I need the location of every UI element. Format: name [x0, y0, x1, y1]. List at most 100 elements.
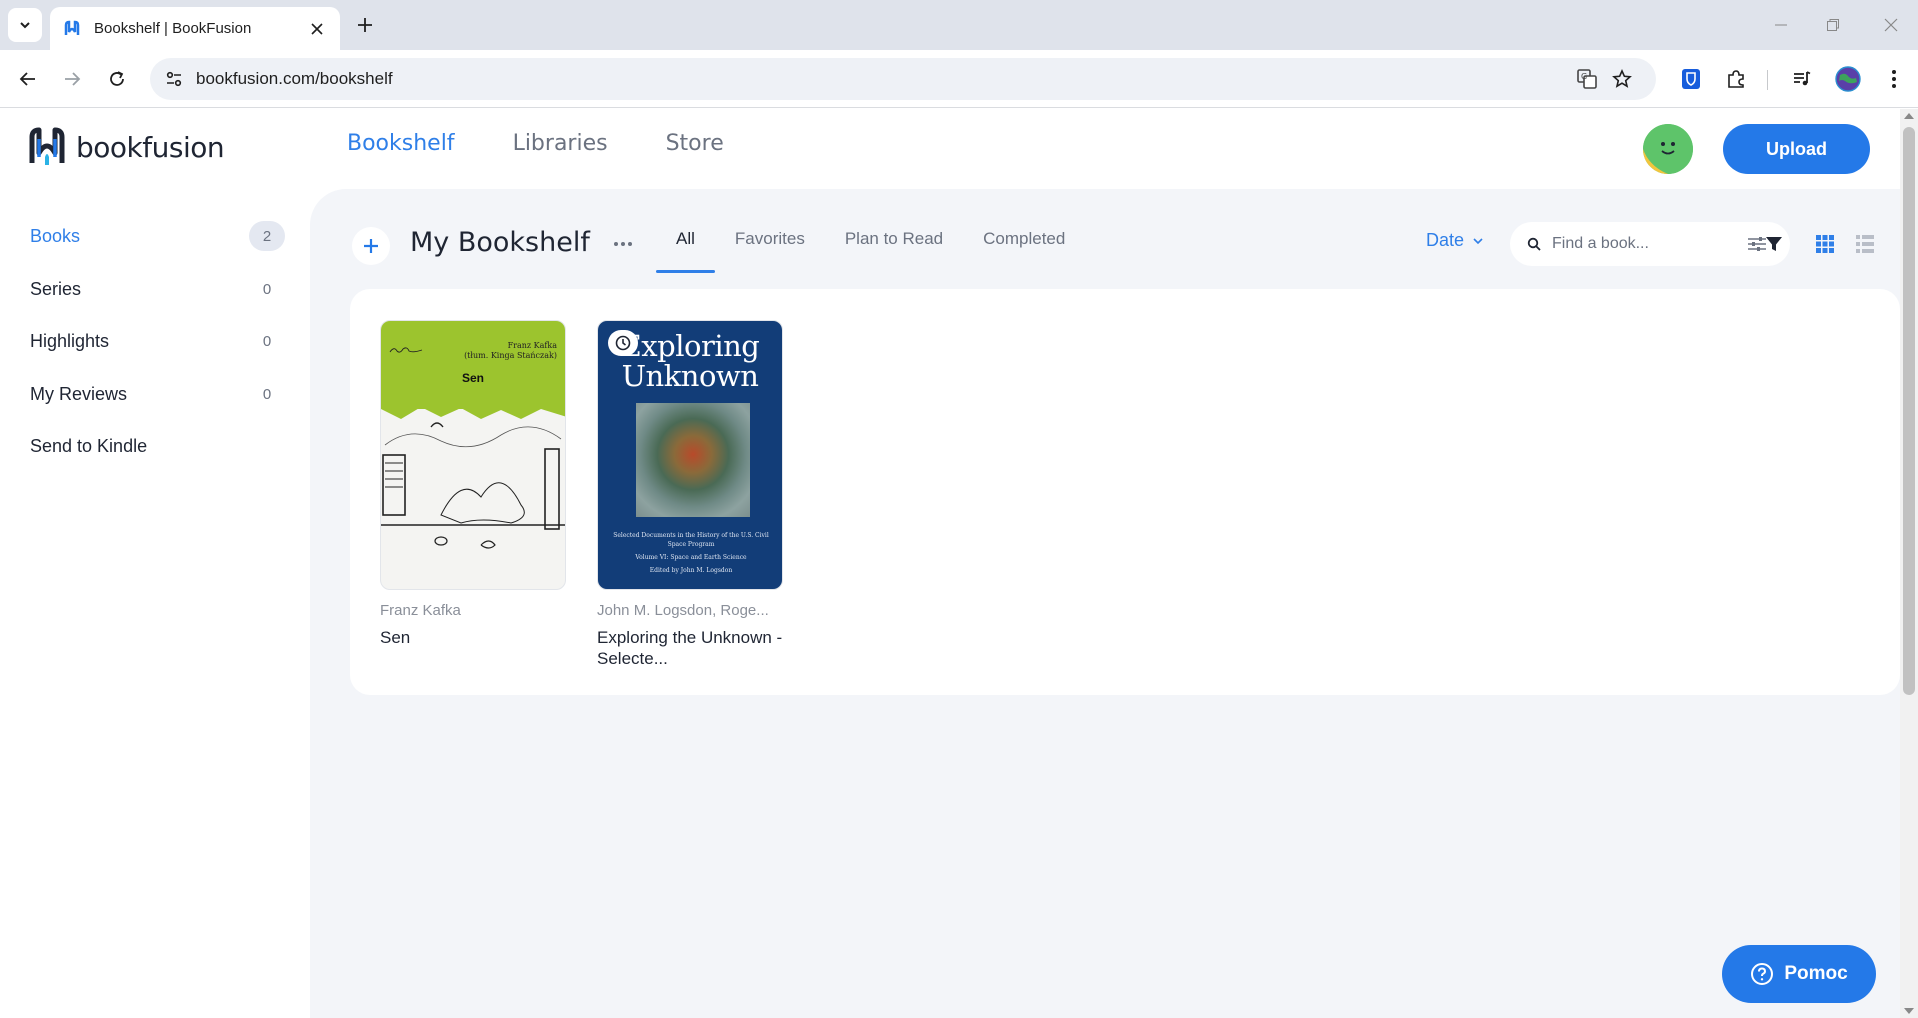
sidebar-item-label: Send to Kindle: [30, 435, 148, 456]
main-nav: Bookshelf Libraries Store: [347, 131, 782, 156]
bookmark-star-icon[interactable]: [1607, 64, 1637, 94]
sidebar-item-books[interactable]: Books 2: [30, 220, 285, 252]
extensions-puzzle-icon[interactable]: [1720, 63, 1752, 95]
cover-band: [381, 321, 565, 409]
sidebar-item-send-to-kindle[interactable]: Send to Kindle: [30, 430, 285, 462]
address-bar[interactable]: bookfusion.com/bookshelf G: [150, 58, 1656, 100]
sort-dropdown[interactable]: Date: [1426, 230, 1484, 251]
plus-icon: [364, 239, 378, 253]
user-avatar[interactable]: [1643, 124, 1693, 174]
toolbar-separator: [1767, 70, 1768, 90]
book-title[interactable]: Exploring the Unknown - Selecte...: [597, 627, 783, 669]
translate-icon[interactable]: G: [1572, 64, 1602, 94]
cover-title: Sen: [461, 371, 484, 385]
grid-view-button[interactable]: [1810, 229, 1840, 259]
arrow-right-icon: [65, 72, 81, 86]
tab-plan-to-read[interactable]: Plan to Read: [825, 221, 963, 273]
nav-libraries[interactable]: Libraries: [513, 131, 608, 156]
help-label: Pomoc: [1784, 963, 1848, 984]
list-icon: [1856, 235, 1874, 253]
tab-completed[interactable]: Completed: [963, 221, 1085, 273]
more-dots-icon: [614, 242, 632, 246]
shelf-filter-tabs: All Favorites Plan to Read Completed: [656, 221, 1085, 273]
grid-icon: [1816, 235, 1834, 253]
list-view-button[interactable]: [1850, 229, 1880, 259]
book-cover[interactable]: Franz Kafka (tłum. Kinga Stańczak) Sen: [380, 320, 566, 590]
nav-bookshelf[interactable]: Bookshelf: [347, 131, 455, 156]
nav-store[interactable]: Store: [666, 131, 724, 156]
brand-name: bookfusion: [76, 130, 225, 164]
arrow-left-icon: [19, 72, 35, 86]
scroll-up-arrow-icon[interactable]: [1904, 113, 1914, 119]
cover-subtitle-line: Selected Documents in the History of the…: [613, 532, 769, 548]
sidebar-item-label: Books: [30, 225, 81, 246]
bitwarden-extension-icon[interactable]: [1675, 63, 1707, 95]
book-cover[interactable]: Exploring Unknown Selected Documents in …: [597, 320, 783, 590]
profile-avatar-icon[interactable]: [1832, 63, 1864, 95]
tab-search-button[interactable]: [8, 8, 42, 42]
tab-favorites[interactable]: Favorites: [715, 221, 825, 273]
scroll-down-arrow-icon[interactable]: [1904, 1008, 1914, 1014]
browser-toolbar: bookfusion.com/bookshelf G: [0, 50, 1918, 108]
forward-button[interactable]: [56, 63, 88, 95]
shelf-title: My Bookshelf: [410, 227, 590, 258]
clock-icon: [615, 335, 631, 351]
smiley-avatar-icon: [1643, 124, 1693, 174]
cover-artwork: [636, 403, 750, 517]
back-button[interactable]: [12, 63, 44, 95]
book-author: Franz Kafka: [380, 602, 461, 619]
cover-subtitle: Selected Documents in the History of the…: [608, 531, 774, 575]
publisher-logo-icon: [389, 347, 423, 353]
book-author: John M. Logsdon, Roge...: [597, 602, 769, 619]
sort-label: Date: [1426, 230, 1465, 250]
new-tab-button[interactable]: [352, 12, 378, 38]
bookfusion-logo[interactable]: bookfusion: [28, 127, 225, 167]
browser-tabstrip: Bookshelf | BookFusion: [0, 0, 1918, 50]
url-text: bookfusion.com/bookshelf: [196, 69, 393, 88]
cover-sketch-illustration: [381, 405, 565, 549]
restore-window-button[interactable]: [1818, 10, 1848, 40]
reload-icon: [110, 71, 124, 86]
sidebar-item-count: 0: [262, 332, 272, 350]
sidebar-item-my-reviews[interactable]: My Reviews 0: [30, 378, 285, 410]
books-grid: Franz Kafka (tłum. Kinga Stańczak) Sen F…: [350, 289, 1900, 695]
book-card[interactable]: Franz Kafka (tłum. Kinga Stańczak) Sen F…: [380, 320, 566, 648]
book-card[interactable]: Exploring Unknown Selected Documents in …: [597, 320, 783, 669]
sidebar-item-label: Series: [30, 278, 82, 299]
upload-button[interactable]: Upload: [1723, 124, 1870, 174]
close-tab-icon[interactable]: [306, 18, 328, 40]
page-scrollbar[interactable]: [1900, 109, 1918, 1018]
sidebar-item-label: My Reviews: [30, 383, 128, 404]
cover-volume-line: Volume VI: Space and Earth Science: [635, 554, 747, 561]
plus-icon: [358, 18, 372, 32]
add-shelf-button[interactable]: [352, 227, 390, 265]
shelf-options-button[interactable]: [608, 229, 638, 259]
filter-button[interactable]: [1756, 226, 1792, 262]
browser-menu-icon[interactable]: [1878, 63, 1910, 95]
tab-all[interactable]: All: [656, 221, 715, 273]
bookfusion-favicon-icon: [62, 19, 82, 39]
media-control-icon[interactable]: [1786, 63, 1818, 95]
funnel-icon: [1766, 237, 1782, 251]
scrollbar-thumb[interactable]: [1903, 127, 1915, 695]
help-button[interactable]: Pomoc: [1722, 945, 1876, 1003]
cover-author-line: Franz Kafka: [507, 341, 557, 350]
restore-icon: [1827, 19, 1839, 31]
sidebar-item-series[interactable]: Series 0: [30, 273, 285, 305]
browser-tab-active[interactable]: Bookshelf | BookFusion: [50, 7, 340, 50]
book-search: [1510, 222, 1790, 266]
reload-button[interactable]: [101, 63, 133, 95]
bookshelf-content: My Bookshelf All Favorites Plan to Read …: [310, 189, 1900, 1018]
tab-title: Bookshelf | BookFusion: [94, 20, 252, 37]
chevron-down-icon: [20, 22, 30, 29]
minimize-icon: [1775, 24, 1787, 26]
book-title[interactable]: Sen: [380, 627, 566, 648]
close-window-button[interactable]: [1876, 10, 1906, 40]
search-input[interactable]: [1552, 235, 1712, 253]
question-circle-icon: [1751, 963, 1774, 985]
site-info-icon[interactable]: [154, 58, 194, 100]
sidebar-item-highlights[interactable]: Highlights 0: [30, 325, 285, 357]
sidebar-item-count: 2: [249, 221, 285, 251]
chevron-down-icon: [1473, 237, 1483, 244]
minimize-window-button[interactable]: [1766, 10, 1796, 40]
